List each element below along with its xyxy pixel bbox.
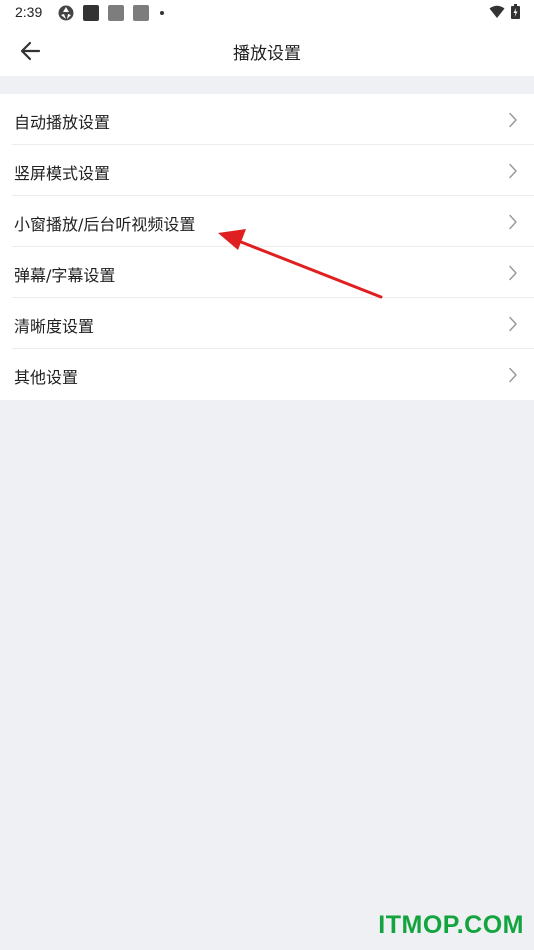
chevron-right-icon — [509, 367, 517, 383]
more-notifications-icon — [160, 11, 164, 15]
chevron-right-icon — [509, 214, 517, 230]
settings-item-portrait-mode[interactable]: 竖屏模式设置 — [0, 145, 534, 196]
chevron-right-icon — [509, 112, 517, 128]
app-notification-icon — [83, 5, 99, 21]
settings-item-label: 自动播放设置 — [14, 113, 111, 132]
settings-item-danmaku-subtitle[interactable]: 弹幕/字幕设置 — [0, 247, 534, 298]
settings-item-label: 竖屏模式设置 — [14, 164, 111, 183]
chevron-right-icon — [509, 316, 517, 332]
battery-icon — [511, 4, 520, 19]
status-time: 2:39 — [15, 4, 43, 20]
notification-icons — [58, 5, 164, 21]
settings-item-label: 小窗播放/后台听视频设置 — [14, 215, 196, 234]
watermark-logo: ITMOP.COM — [378, 911, 524, 939]
aperture-icon — [58, 5, 74, 21]
settings-list: 自动播放设置 竖屏模式设置 小窗播放/后台听视频设置 弹幕/字幕设置 清晰度设置… — [0, 94, 534, 400]
status-bar: 2:39 — [0, 0, 534, 26]
app-bar: 播放设置 — [0, 26, 534, 76]
settings-item-label: 弹幕/字幕设置 — [14, 266, 116, 285]
wifi-icon — [489, 5, 505, 18]
system-icons — [489, 4, 520, 19]
settings-item-autoplay[interactable]: 自动播放设置 — [0, 94, 534, 145]
settings-item-mini-window[interactable]: 小窗播放/后台听视频设置 — [0, 196, 534, 247]
settings-item-label: 其他设置 — [14, 368, 79, 387]
settings-item-label: 清晰度设置 — [14, 317, 95, 336]
settings-item-other[interactable]: 其他设置 — [0, 349, 534, 400]
chevron-right-icon — [509, 265, 517, 281]
app-notification-icon — [108, 5, 124, 21]
page-title: 播放设置 — [233, 44, 301, 64]
app-notification-icon — [133, 5, 149, 21]
chevron-right-icon — [509, 163, 517, 179]
settings-item-resolution[interactable]: 清晰度设置 — [0, 298, 534, 349]
